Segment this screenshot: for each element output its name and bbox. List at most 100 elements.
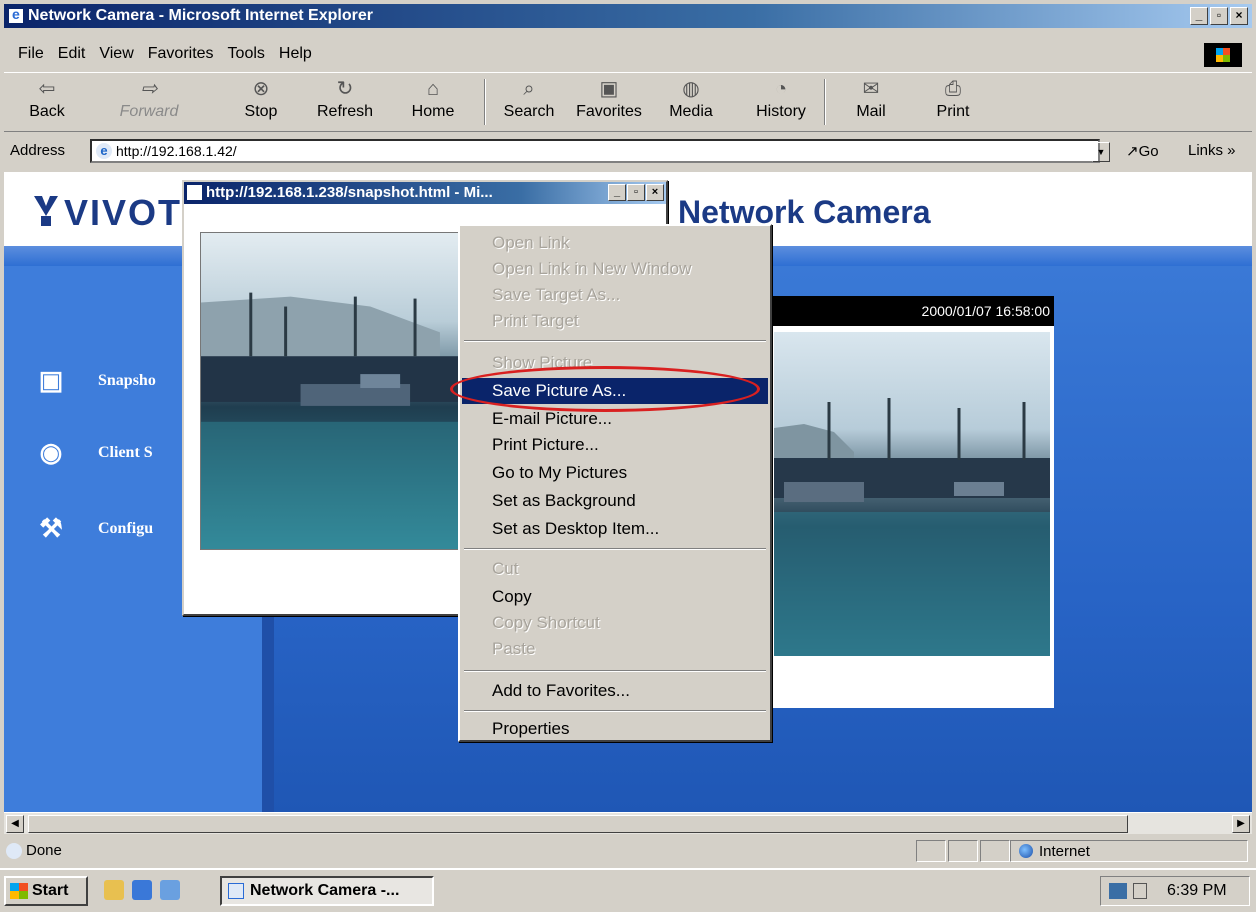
search-label: Search — [503, 103, 555, 120]
stop-icon: ⊗ — [252, 78, 270, 100]
network-icon[interactable] — [1109, 883, 1127, 899]
title-bar: Network Camera - Microsoft Internet Expl… — [4, 4, 1252, 28]
menu-item-print-target[interactable]: Print Target — [462, 308, 768, 334]
camera-image[interactable] — [774, 332, 1050, 656]
minimize-button[interactable]: _ — [1190, 7, 1208, 25]
scroll-thumb[interactable] — [28, 815, 1128, 833]
menu-favorites[interactable]: Favorites — [148, 45, 214, 63]
menu-item-show-picture[interactable]: Show Picture — [462, 350, 768, 376]
history-button[interactable]: ◔ History — [746, 77, 816, 121]
media-label: Media — [669, 103, 713, 120]
popup-minimize-button[interactable]: _ — [608, 184, 626, 201]
ie-icon — [8, 6, 24, 24]
forward-label: Forward — [119, 103, 179, 120]
menu-edit[interactable]: Edit — [58, 45, 86, 63]
windows-logo-icon — [1204, 43, 1242, 67]
outlook-express-icon[interactable] — [160, 880, 180, 900]
go-button[interactable]: ↗Go — [1126, 142, 1159, 160]
menu-item-copy-shortcut[interactable]: Copy Shortcut — [462, 610, 768, 636]
favorites-button[interactable]: ▣ Favorites — [574, 77, 644, 121]
taskbar-task-network-camera[interactable]: Network Camera -... — [220, 876, 434, 906]
stop-button[interactable]: ⊗ Stop — [226, 77, 296, 121]
menu-tools[interactable]: Tools — [228, 45, 265, 63]
media-icon: ◍ — [682, 78, 700, 100]
back-button[interactable]: ⇦ Back — [12, 77, 82, 121]
nav-configuration[interactable]: ⚒ Configu — [34, 512, 153, 546]
horizontal-scrollbar[interactable]: ◀ ▶ — [4, 812, 1252, 834]
toolbar-separator — [824, 79, 826, 125]
media-button[interactable]: ◍ Media — [656, 77, 726, 121]
refresh-icon: ↻ — [336, 78, 354, 100]
ie-launch-icon[interactable] — [132, 880, 152, 900]
print-label: Print — [936, 103, 970, 120]
menu-item-set-as-desktop-item[interactable]: Set as Desktop Item... — [462, 516, 768, 542]
forward-arrow-icon: ⇨ — [140, 78, 158, 100]
nav-snapshot[interactable]: ▣ Snapsho — [34, 364, 156, 398]
popup-title: http://192.168.1.238/snapshot.html - Mi.… — [206, 184, 493, 201]
address-input[interactable]: e http://192.168.1.42/ — [90, 139, 1100, 163]
menu-item-cut[interactable]: Cut — [462, 556, 768, 582]
home-icon: ⌂ — [426, 78, 440, 100]
show-desktop-icon[interactable] — [104, 880, 124, 900]
links-button[interactable]: Links » — [1188, 142, 1236, 159]
nav-snapshot-label: Snapsho — [98, 372, 156, 389]
menu-help[interactable]: Help — [279, 45, 312, 63]
clock[interactable]: 6:39 PM — [1167, 882, 1227, 900]
back-label: Back — [29, 103, 65, 120]
status-bar: Done Internet — [4, 838, 1252, 864]
home-button[interactable]: ⌂ Home — [398, 77, 468, 121]
menu-item-open-link[interactable]: Open Link — [462, 230, 768, 256]
search-icon: ⌕ — [523, 78, 535, 100]
address-dropdown-button[interactable]: ▼ — [1092, 142, 1110, 162]
mail-label: Mail — [856, 103, 886, 120]
menu-file[interactable]: File — [18, 45, 44, 63]
menu-item-print-picture[interactable]: Print Picture... — [462, 432, 768, 458]
zone-label: Internet — [1039, 842, 1090, 860]
task-label: Network Camera -... — [250, 882, 400, 899]
menu-item-copy[interactable]: Copy — [462, 584, 768, 610]
window-title: Network Camera - Microsoft Internet Expl… — [28, 7, 373, 24]
toolbar-separator — [484, 79, 486, 125]
close-button[interactable]: × — [1230, 7, 1248, 25]
ie-icon — [187, 185, 202, 200]
history-label: History — [756, 103, 806, 120]
search-button[interactable]: ⌕ Search — [494, 77, 564, 121]
vivotek-logo-icon — [34, 196, 58, 226]
popup-close-button[interactable]: × — [646, 184, 664, 201]
history-icon: ◔ — [774, 78, 788, 100]
mail-button[interactable]: ✉ Mail — [836, 77, 906, 121]
menu-view[interactable]: View — [99, 45, 133, 63]
forward-button[interactable]: ⇨ Forward — [114, 77, 184, 121]
menu-item-paste[interactable]: Paste — [462, 636, 768, 662]
ie-icon — [228, 883, 244, 899]
print-button[interactable]: ⎙ Print — [918, 77, 988, 121]
menu-item-save-picture-as[interactable]: Save Picture As... — [462, 378, 768, 404]
refresh-button[interactable]: ↻ Refresh — [310, 77, 380, 121]
menu-item-properties[interactable]: Properties — [462, 716, 768, 742]
printer-icon: ⎙ — [945, 78, 961, 100]
menu-item-set-as-background[interactable]: Set as Background — [462, 488, 768, 514]
menu-separator — [464, 548, 766, 550]
popup-maximize-button[interactable]: ▫ — [627, 184, 645, 201]
context-menu: Open Link Open Link in New Window Save T… — [458, 224, 772, 742]
favorites-label: Favorites — [576, 103, 642, 120]
menu-item-go-to-my-pictures[interactable]: Go to My Pictures — [462, 460, 768, 486]
menu-separator — [464, 670, 766, 672]
menu-item-open-link-new-window[interactable]: Open Link in New Window — [462, 256, 768, 282]
menu-separator — [464, 710, 766, 712]
toolbar: ⇦ Back ⇨ Forward ⊗ Stop ↻ Refresh ⌂ Home… — [4, 72, 1252, 132]
nav-configuration-label: Configu — [98, 520, 154, 537]
camera-icon: ▣ — [38, 366, 64, 395]
volume-icon[interactable] — [1133, 883, 1147, 899]
nav-client-settings[interactable]: ◉ Client S — [34, 436, 153, 470]
home-label: Home — [411, 103, 455, 120]
scroll-right-arrow-icon[interactable]: ▶ — [1232, 815, 1250, 833]
start-button[interactable]: Start — [4, 876, 88, 906]
maximize-button[interactable]: ▫ — [1210, 7, 1228, 25]
menu-item-save-target-as[interactable]: Save Target As... — [462, 282, 768, 308]
menu-item-email-picture[interactable]: E-mail Picture... — [462, 406, 768, 432]
start-label: Start — [32, 882, 69, 899]
menu-item-add-to-favorites[interactable]: Add to Favorites... — [462, 678, 768, 704]
scroll-left-arrow-icon[interactable]: ◀ — [6, 815, 24, 833]
taskbar: Start Network Camera -... 6:39 PM — [0, 868, 1256, 912]
